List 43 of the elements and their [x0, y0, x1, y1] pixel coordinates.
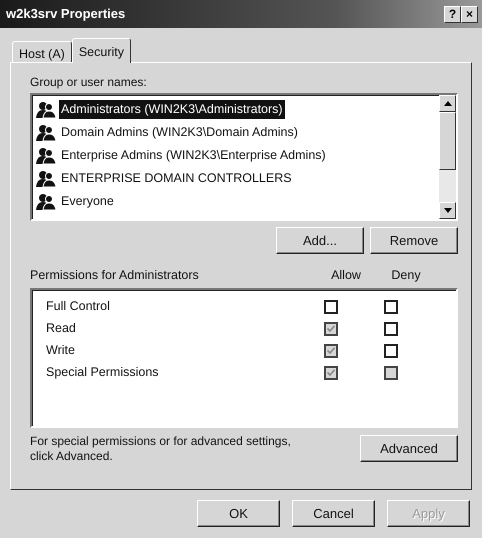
- checkbox[interactable]: [384, 300, 398, 314]
- users-icon: [36, 100, 56, 118]
- permission-name: Write: [46, 342, 76, 360]
- advanced-note: For special permissions or for advanced settings, click Advanced.: [30, 434, 292, 464]
- add-button[interactable]: Add...: [276, 227, 364, 254]
- permission-name: Full Control: [46, 298, 111, 316]
- tab[interactable]: Security: [72, 38, 131, 63]
- users-icon: [36, 124, 56, 142]
- list-item[interactable]: ENTERPRISE DOMAIN CONTROLLERS: [59, 169, 294, 188]
- list-item[interactable]: Everyone: [59, 192, 116, 211]
- list-item[interactable]: Enterprise Admins (WIN2K3\Enterprise Admins): [59, 146, 328, 165]
- window-title: w2k3srv Properties: [6, 5, 126, 24]
- checkbox[interactable]: [324, 300, 338, 314]
- scroll-up-button[interactable]: [439, 95, 456, 112]
- tab[interactable]: Host (A): [12, 41, 72, 62]
- checkbox[interactable]: [384, 344, 398, 358]
- list-label: Group or user names:: [30, 74, 148, 91]
- remove-button[interactable]: Remove: [370, 227, 458, 254]
- scroll-down-button[interactable]: [439, 202, 456, 219]
- list-item[interactable]: Domain Admins (WIN2K3\Domain Admins): [59, 123, 300, 142]
- advanced-button[interactable]: Advanced: [360, 435, 458, 462]
- up-arrow-icon: [444, 101, 452, 106]
- down-arrow-icon: [444, 208, 452, 213]
- list-item[interactable]: Administrators (WIN2K3\Administrators): [59, 100, 285, 119]
- check-icon: [327, 325, 335, 332]
- permission-name: Special Permissions: [46, 364, 160, 382]
- users-icon: [36, 170, 56, 188]
- user-list[interactable]: Administrators (WIN2K3\Administrators) Domain Admins (WIN2K3\Domain Admins) Enterprise Admins (WIN2K3\Enterprise Admins) ENTERPRISE DOMAIN CONTROLLERS Everyone: [30, 93, 458, 221]
- scroll-thumb[interactable]: [439, 112, 456, 170]
- check-icon: [327, 347, 335, 354]
- permissions-label: Permissions for Administrators: [30, 267, 200, 284]
- close-button[interactable]: ×: [461, 6, 478, 22]
- ok-button[interactable]: OK: [197, 500, 280, 527]
- permission-name: Read: [46, 320, 77, 338]
- check-icon: [327, 369, 335, 376]
- scrollbar[interactable]: [439, 95, 456, 219]
- help-button[interactable]: ?: [444, 6, 461, 22]
- column-header: Deny: [390, 267, 422, 284]
- users-icon: [36, 146, 56, 164]
- users-icon: [36, 192, 56, 210]
- column-header: Allow: [330, 267, 362, 284]
- checkbox[interactable]: [384, 322, 398, 336]
- cancel-button[interactable]: Cancel: [292, 500, 375, 527]
